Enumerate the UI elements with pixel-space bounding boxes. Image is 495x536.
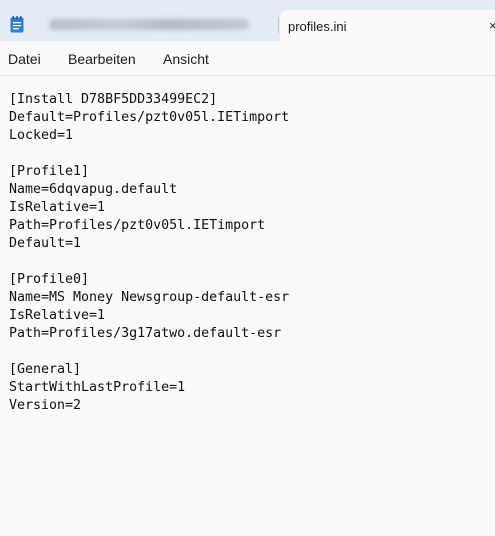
text-line: [Profile0] xyxy=(9,272,90,287)
tab-divider xyxy=(278,17,279,33)
tab-active-label: profiles.ini xyxy=(288,19,347,34)
menu-edit[interactable]: Bearbeiten xyxy=(68,51,136,67)
text-line: StartWithLastProfile=1 xyxy=(9,380,186,395)
tab-inactive[interactable] xyxy=(36,10,278,41)
text-line: [General] xyxy=(9,362,82,377)
close-icon[interactable]: × xyxy=(489,18,495,33)
text-line: Name=MS Money Newsgroup-default-esr xyxy=(9,290,290,305)
text-line: [Profile1] xyxy=(9,164,90,179)
menu-view[interactable]: Ansicht xyxy=(163,51,209,67)
text-line: Default=1 xyxy=(9,236,82,251)
tab-inactive-title-redacted xyxy=(49,19,249,30)
text-line: IsRelative=1 xyxy=(9,200,106,215)
text-line: [Install D78BF5DD33499EC2] xyxy=(9,92,218,107)
text-line: Name=6dqvapug.default xyxy=(9,182,178,197)
text-line: Default=Profiles/pzt0v05l.IETimport xyxy=(9,110,290,125)
text-line: IsRelative=1 xyxy=(9,308,106,323)
menu-bar: Datei Bearbeiten Ansicht xyxy=(0,41,495,76)
text-line: Path=Profiles/3g17atwo.default-esr xyxy=(9,326,282,341)
menu-file[interactable]: Datei xyxy=(8,51,41,67)
tab-active[interactable]: profiles.ini × xyxy=(280,10,495,41)
text-editor[interactable]: [Install D78BF5DD33499EC2] Default=Profi… xyxy=(0,76,495,536)
notepad-icon[interactable] xyxy=(10,16,24,33)
text-line: Version=2 xyxy=(9,398,82,413)
text-line: Locked=1 xyxy=(9,128,74,143)
text-line: Path=Profiles/pzt0v05l.IETimport xyxy=(9,218,266,233)
tab-strip: profiles.ini × xyxy=(0,0,495,41)
